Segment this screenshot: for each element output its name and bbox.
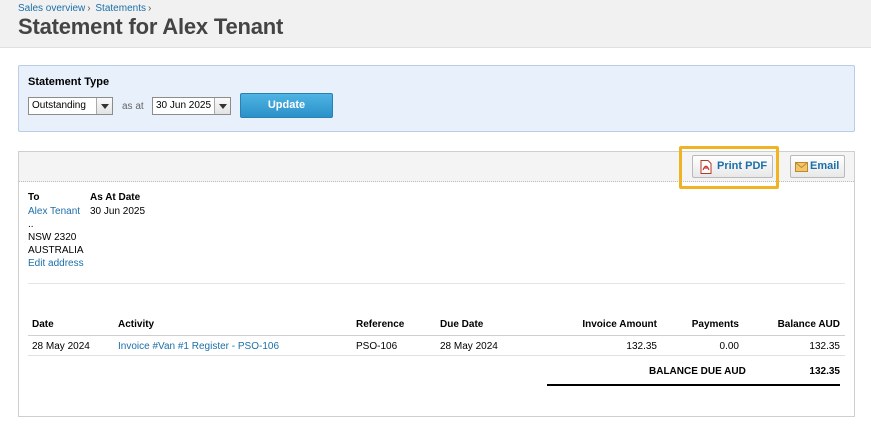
address-line: AUSTRALIA	[28, 245, 84, 256]
email-label: Email	[810, 160, 840, 172]
print-pdf-label: Print PDF	[717, 160, 768, 172]
table-row-divider	[28, 355, 845, 356]
statement-type-value: Outstanding	[32, 100, 86, 111]
row-date: 28 May 2024	[32, 341, 90, 352]
as-at-date-select[interactable]: 30 Jun 2025	[152, 97, 231, 115]
divider	[28, 283, 845, 284]
breadcrumb-sales-overview[interactable]: Sales overview	[18, 3, 85, 14]
column-header-invoice-amount: Invoice Amount	[582, 319, 657, 330]
email-button[interactable]: Email	[790, 155, 845, 178]
statement-type-select[interactable]: Outstanding	[28, 97, 113, 115]
envelope-icon	[795, 162, 808, 172]
table-header-divider	[28, 335, 845, 336]
row-reference: PSO-106	[356, 341, 398, 352]
to-label: To	[28, 192, 40, 203]
statement-panel: Print PDF Email To As At Date Alex Tenan…	[18, 146, 855, 417]
balance-due-value: 132.35	[809, 366, 840, 377]
page-header: Sales overview › Statements › Statement fo…	[0, 0, 871, 48]
as-at-date-value: 30 Jun 2025	[90, 206, 146, 217]
row-payments: 0.00	[719, 341, 739, 352]
row-invoice-amount: 132.35	[626, 341, 657, 352]
pdf-icon	[700, 160, 712, 174]
statement-type-panel: Statement Type Outstanding as at 30 Jun …	[18, 65, 855, 132]
update-button[interactable]: Update	[240, 93, 333, 118]
breadcrumb-separator: ›	[87, 3, 91, 14]
recipient-name-link[interactable]: Alex Tenant	[28, 206, 80, 217]
column-header-due-date: Due Date	[440, 319, 484, 330]
row-due-date: 28 May 2024	[440, 341, 498, 352]
column-header-balance: Balance AUD	[777, 319, 840, 330]
print-pdf-button[interactable]: Print PDF	[692, 155, 773, 178]
column-header-payments: Payments	[691, 319, 739, 330]
as-at-date-value: 30 Jun 2025	[156, 100, 212, 111]
chevron-down-icon[interactable]	[96, 98, 112, 114]
breadcrumb-statements[interactable]: Statements	[95, 3, 146, 14]
statement-type-label: Statement Type	[28, 76, 110, 88]
address-line: NSW 2320	[28, 232, 77, 243]
edit-address-link[interactable]: Edit address	[28, 258, 84, 269]
balance-due-label: BALANCE DUE AUD	[649, 366, 746, 377]
row-balance: 132.35	[809, 341, 840, 352]
column-header-activity: Activity	[118, 319, 155, 330]
address-line: ..	[28, 219, 34, 230]
chevron-down-icon[interactable]	[214, 98, 230, 114]
as-at-date-label: As At Date	[90, 192, 141, 203]
balance-underline	[547, 384, 840, 386]
page-title: Statement for Alex Tenant	[18, 14, 284, 39]
as-at-label: as at	[122, 101, 144, 112]
column-header-date: Date	[32, 319, 54, 330]
breadcrumb: Sales overview › Statements ›	[18, 3, 153, 14]
row-activity-link[interactable]: Invoice #Van #1 Register - PSO-106	[118, 341, 279, 352]
column-header-reference: Reference	[356, 319, 405, 330]
breadcrumb-separator: ›	[147, 3, 152, 14]
